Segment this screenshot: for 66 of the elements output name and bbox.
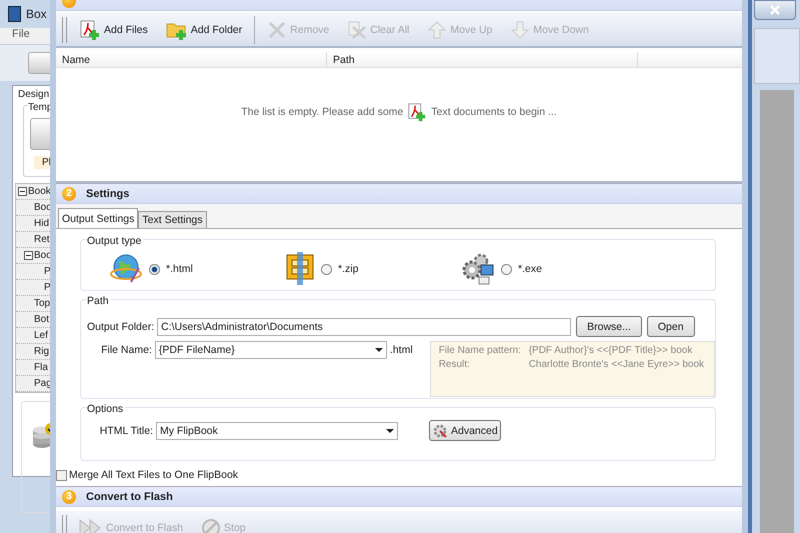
collapse-icon[interactable] — [18, 187, 27, 196]
radio-label[interactable]: *.html — [166, 263, 193, 275]
gear-icon — [432, 422, 448, 438]
step-number-badge: 3 — [62, 490, 76, 504]
tab[interactable]: Output Settings — [58, 208, 138, 228]
group-label: Path — [87, 295, 111, 307]
toolbar-button[interactable]: Add Files — [73, 18, 154, 42]
radio-label[interactable]: *.exe — [518, 263, 542, 275]
tree-item[interactable]: Ret — [34, 234, 50, 245]
section-title: Settings — [86, 188, 130, 200]
tree-item[interactable]: Fla — [34, 362, 48, 373]
file-name-dropdown[interactable]: {PDF FileName} — [154, 341, 387, 359]
checkbox[interactable] — [56, 470, 67, 480]
radio-button[interactable] — [149, 264, 160, 274]
advanced-button[interactable]: Advanced — [429, 420, 501, 441]
extension-label: .html — [390, 344, 413, 356]
section-title: Convert to Flash — [86, 490, 173, 502]
radio-label[interactable]: *.zip — [338, 263, 358, 275]
field-label: File Name: — [100, 344, 152, 356]
group-label: Output type — [87, 235, 144, 247]
archive-icon — [285, 252, 315, 286]
column-header[interactable]: Name — [56, 52, 327, 67]
empty-message: Text documents to begin ... — [431, 106, 557, 118]
hint-value: Charlotte Bronte's <<Jane Eyre>> book — [528, 359, 704, 372]
checkbox-label[interactable]: Merge All Text Files to One FlipBook — [69, 469, 238, 481]
hint-label: File Name pattern: — [438, 345, 522, 358]
window-title: Box — [26, 7, 47, 21]
open-button[interactable]: Open — [646, 316, 695, 337]
hint-label: Result: — [438, 359, 471, 372]
output-folder-field[interactable]: C:\Users\Administrator\Documents — [157, 318, 572, 336]
fast-forward-icon — [79, 518, 103, 533]
field-label: HTML Title: — [98, 424, 153, 436]
tree-item[interactable]: P — [44, 266, 51, 277]
empty-message: The list is empty. Please add some — [241, 106, 404, 118]
stop-icon — [201, 518, 222, 533]
tab[interactable]: Text Settings — [138, 211, 207, 228]
panel-tab[interactable]: Design — [15, 86, 52, 103]
html-title-dropdown[interactable]: My FlipBook — [156, 422, 398, 440]
tree-item[interactable]: Top — [34, 298, 50, 309]
browse-button[interactable]: Browse... — [576, 316, 642, 337]
document-add-icon — [79, 20, 101, 40]
tree-item[interactable]: P — [44, 282, 51, 293]
down-arrow-icon — [510, 20, 530, 38]
collapse-icon[interactable] — [24, 251, 33, 260]
radio-button[interactable] — [501, 264, 512, 274]
tree-item[interactable]: Rig — [34, 346, 50, 357]
toolbar-button[interactable]: Add Folder — [160, 18, 248, 42]
panel-background — [754, 28, 800, 84]
tree-item[interactable]: Book — [28, 186, 51, 197]
book-icon — [8, 6, 21, 22]
radio-button[interactable] — [321, 264, 332, 274]
hint-value: {PDF Author}'s <<{PDF Title}>> book — [528, 345, 692, 358]
tree-item[interactable]: Lef — [34, 330, 48, 341]
tree-item[interactable]: Bot — [34, 314, 50, 325]
document-add-icon — [407, 102, 428, 122]
up-arrow-icon — [427, 20, 448, 38]
close-button[interactable] — [754, 0, 796, 20]
group-label: Options — [87, 403, 126, 415]
x-icon — [267, 20, 288, 38]
close-icon — [769, 5, 781, 15]
broom-x-icon — [347, 20, 368, 38]
column-header[interactable]: Path — [327, 52, 638, 67]
gears-computer-icon — [461, 253, 495, 285]
tree-item[interactable]: Hid — [34, 218, 50, 229]
field-label: Output Folder: — [87, 320, 154, 332]
step-number-badge: 2 — [62, 186, 76, 200]
